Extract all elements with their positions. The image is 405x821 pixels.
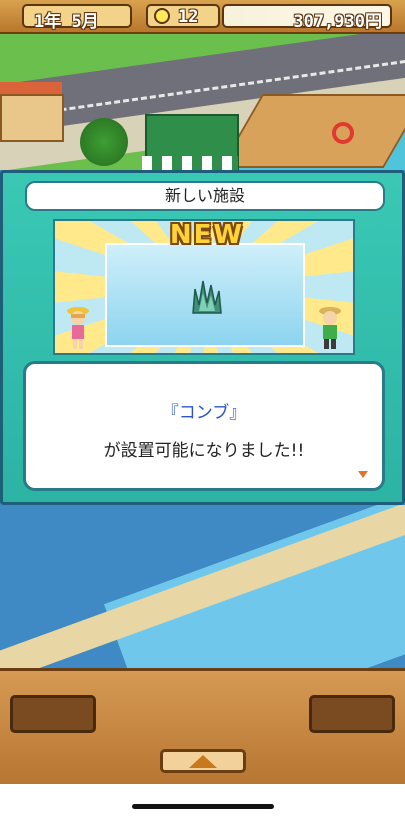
palm-tree-icon bbox=[80, 118, 128, 166]
kelp-icon bbox=[192, 280, 222, 314]
home-indicator[interactable] bbox=[132, 804, 274, 809]
date-text: 1年 5月 bbox=[34, 12, 99, 32]
status-bar: 1年 5月 12 307,930円 bbox=[0, 0, 405, 34]
new-item-frame: NEW bbox=[53, 219, 355, 355]
item-preview bbox=[105, 243, 305, 347]
lightbulb-icon bbox=[154, 8, 170, 24]
house-building[interactable] bbox=[0, 94, 64, 142]
idea-points-value: 12 bbox=[178, 7, 199, 27]
money-display: 307,930円 bbox=[222, 4, 392, 32]
right-menu-button[interactable] bbox=[309, 695, 395, 733]
new-badge: NEW bbox=[169, 220, 245, 250]
girl-character-icon bbox=[67, 307, 89, 349]
home-indicator-area bbox=[0, 784, 405, 821]
continue-arrow-icon[interactable] bbox=[358, 471, 368, 478]
idea-points-display: 12 bbox=[146, 4, 220, 28]
date-display: 1年 5月 bbox=[22, 4, 132, 32]
facility-message: が設置可能になりました!! bbox=[103, 441, 305, 461]
money-value: 307,930円 bbox=[293, 12, 382, 32]
game-map-top[interactable] bbox=[0, 34, 405, 170]
new-facility-dialog[interactable]: 新しい施設 NEW 『コンブ』 が設置可能になりました!! bbox=[0, 170, 405, 505]
left-menu-button[interactable] bbox=[10, 695, 96, 733]
dialog-title: 新しい施設 bbox=[25, 181, 385, 211]
facility-name: 『コンブ』 bbox=[161, 403, 247, 423]
bottom-menu-panel bbox=[0, 668, 405, 784]
boy-character-icon bbox=[319, 307, 341, 349]
life-ring-icon bbox=[332, 122, 354, 144]
message-box[interactable]: 『コンブ』 が設置可能になりました!! bbox=[23, 361, 385, 491]
expand-menu-button[interactable] bbox=[160, 749, 246, 773]
shop-awning bbox=[142, 156, 238, 170]
up-arrow-icon bbox=[189, 755, 217, 768]
game-map-bottom[interactable] bbox=[0, 505, 405, 670]
